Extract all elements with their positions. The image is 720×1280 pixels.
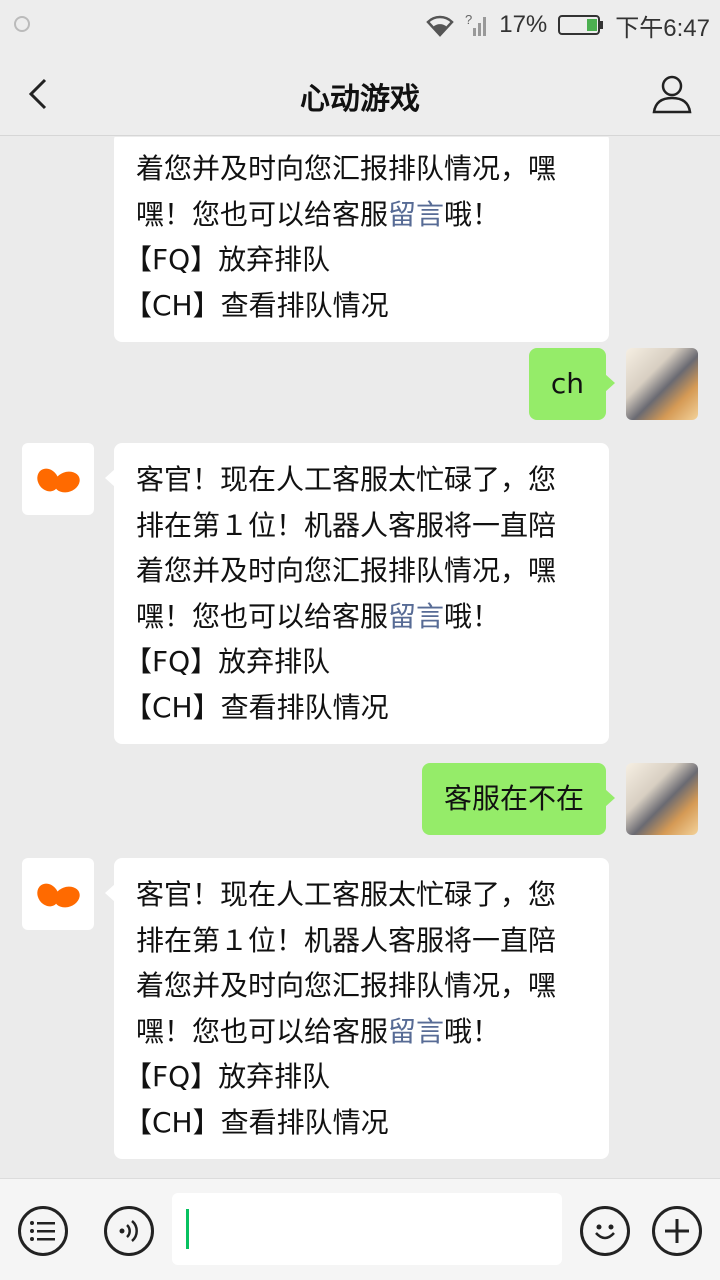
profile-button[interactable] (650, 72, 694, 116)
user-message-bubble: ch (528, 348, 616, 420)
bot-message-bubble: 客官！现在人工客服太忙碌了，您 排在第１位！机器人客服将一直陪 着您并及时向您汇… (105, 858, 609, 1159)
leave-message-link[interactable]: 留言 (388, 600, 444, 633)
message-line: 排在第１位！机器人客服将一直陪 (136, 508, 557, 542)
chat-title: 心动游戏 (300, 82, 420, 117)
bot-message-bubble: 着您并及时向您汇报排队情况，嘿 嘿！您也可以给客服留言哦！ 【FQ】放弃排队 【… (114, 137, 609, 342)
message-line: 客官！现在人工客服太忙碌了，您 (136, 878, 557, 911)
message-input[interactable] (172, 1193, 562, 1265)
battery-percent: 17% (499, 11, 548, 38)
more-button[interactable] (652, 1206, 702, 1256)
bot-avatar[interactable] (22, 443, 94, 515)
input-bar (0, 1178, 720, 1280)
leave-message-link[interactable]: 留言 (388, 198, 444, 231)
message-line: 嘿！您也可以给客服留言哦！ (136, 197, 501, 231)
command-ch: 【CH】查看排队情况 (124, 690, 389, 724)
wifi-icon (425, 13, 455, 37)
command-fq: 【FQ】放弃排队 (124, 1060, 331, 1093)
clock: 下午6:47 (615, 14, 710, 42)
bot-message-bubble: 客官！现在人工客服太忙碌了，您 排在第１位！机器人客服将一直陪 着您并及时向您汇… (105, 443, 609, 744)
chat-header: 心动游戏 (0, 50, 720, 136)
person-icon (652, 75, 692, 114)
emoji-button[interactable] (580, 1206, 630, 1256)
command-ch: 【CH】查看排队情况 (124, 1105, 389, 1139)
battery-icon (557, 13, 605, 37)
command-fq: 【FQ】放弃排队 (124, 243, 331, 276)
status-bar: ? 17% 下午6:47 (0, 0, 720, 50)
leave-message-link[interactable]: 留言 (388, 1015, 444, 1048)
message-line: 嘿！您也可以给客服留言哦！ (136, 1014, 501, 1048)
smiley-icon (595, 1224, 615, 1240)
command-fq: 【FQ】放弃排队 (124, 645, 331, 678)
user-message-bubble: 客服在不在 (421, 763, 616, 835)
chat-messages[interactable]: 着您并及时向您汇报排队情况，嘿 嘿！您也可以给客服留言哦！ 【FQ】放弃排队 【… (0, 137, 720, 1177)
user-avatar[interactable] (626, 348, 698, 420)
bot-avatar[interactable] (22, 858, 94, 930)
voice-button[interactable] (104, 1206, 154, 1256)
notification-icon (14, 16, 30, 32)
menu-button[interactable] (18, 1206, 68, 1256)
message-line: 着您并及时向您汇报排队情况，嘿 (136, 152, 557, 185)
list-icon (30, 1221, 55, 1241)
svg-text:?: ? (465, 12, 472, 27)
xd-logo-icon (37, 883, 80, 908)
message-line: 客官！现在人工客服太忙碌了，您 (136, 463, 557, 496)
voice-icon (119, 1220, 138, 1242)
message-line: 嘿！您也可以给客服留言哦！ (136, 599, 501, 633)
message-line: 着您并及时向您汇报排队情况，嘿 (136, 554, 557, 587)
message-line: 着您并及时向您汇报排队情况，嘿 (136, 969, 557, 1002)
signal-icon: ? (465, 12, 489, 38)
message-line: 排在第１位！机器人客服将一直陪 (136, 923, 557, 957)
user-avatar[interactable] (626, 763, 698, 835)
text-caret (186, 1209, 189, 1249)
xd-logo-icon (37, 468, 80, 493)
command-ch: 【CH】查看排队情况 (124, 288, 389, 322)
plus-icon (665, 1219, 689, 1243)
